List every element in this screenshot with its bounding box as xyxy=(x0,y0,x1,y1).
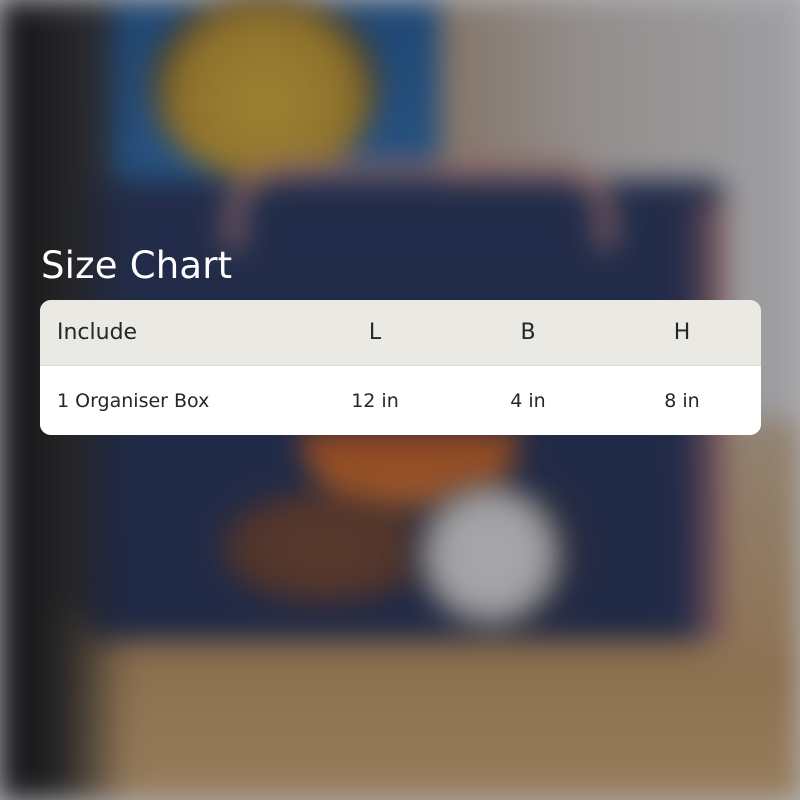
header-include: Include xyxy=(57,320,138,345)
cell-item: 1 Organiser Box xyxy=(57,389,210,412)
cell-breadth: 4 in xyxy=(510,389,546,412)
cell-length: 12 in xyxy=(351,389,399,412)
table-header-row: Include L B H xyxy=(40,300,761,366)
cell-height: 8 in xyxy=(664,389,700,412)
header-height: H xyxy=(673,320,691,345)
size-chart-title: Size Chart xyxy=(41,244,233,287)
header-length: L xyxy=(368,320,382,345)
header-breadth: B xyxy=(520,320,536,345)
table-row: 1 Organiser Box 12 in 4 in 8 in xyxy=(40,366,761,435)
size-chart-table: Include L B H 1 Organiser Box 12 in 4 in… xyxy=(40,300,761,435)
